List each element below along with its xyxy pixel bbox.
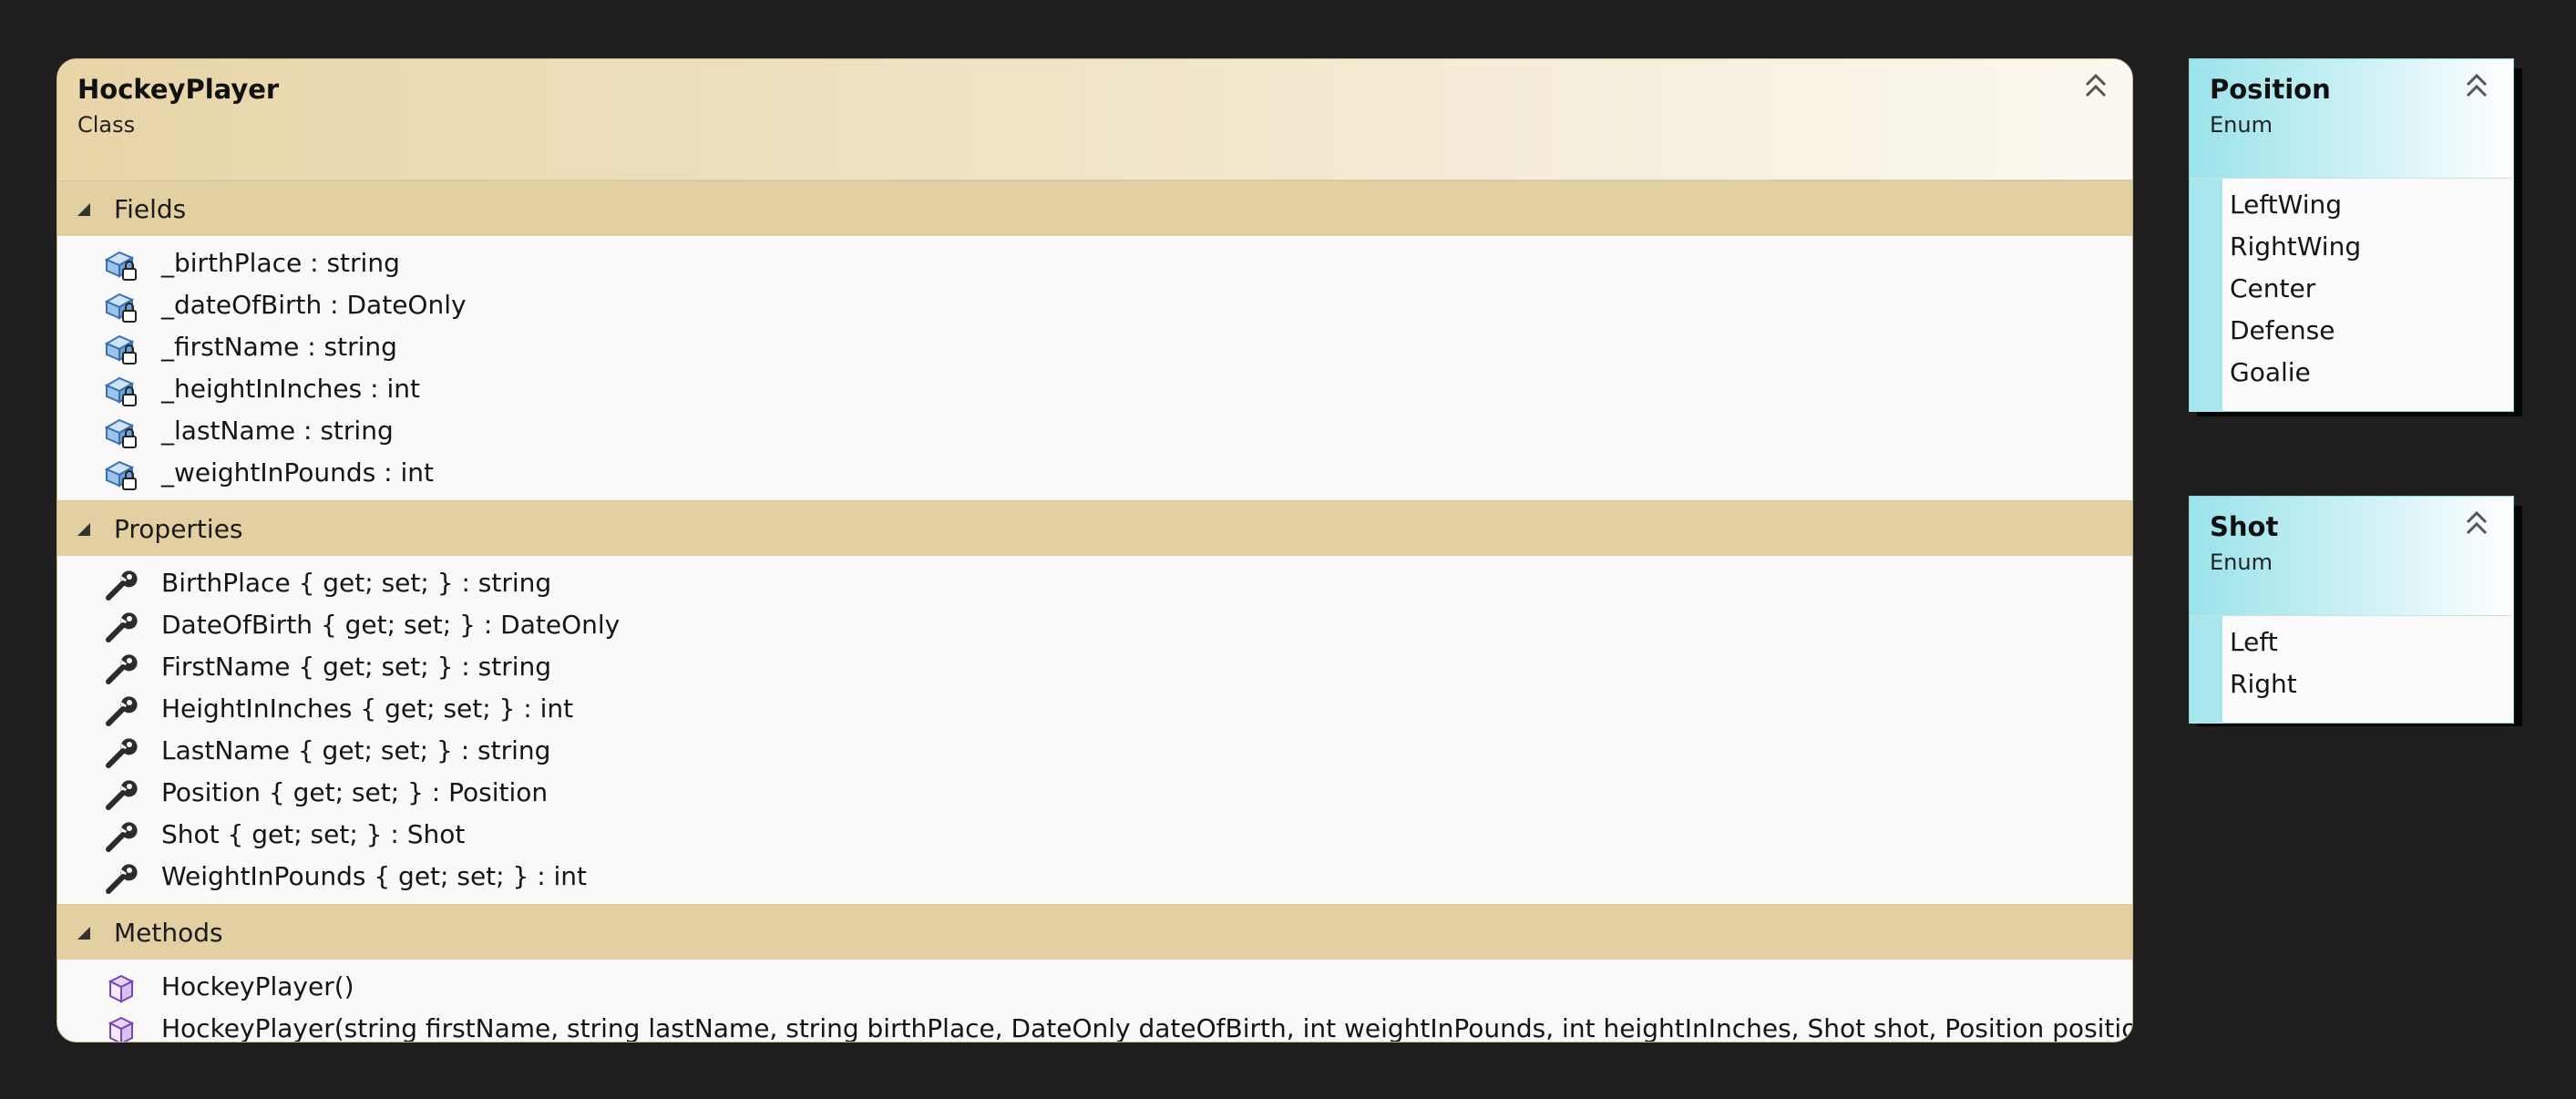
property-item-label: DateOfBirth { get; set; } : DateOnly — [161, 610, 621, 640]
collapse-icon[interactable] — [2079, 68, 2112, 105]
private-field-icon — [103, 249, 139, 282]
enum-title: Shot — [2210, 511, 2279, 542]
field-item-label: _birthPlace : string — [161, 248, 400, 278]
compartment-label: Fields — [114, 194, 187, 224]
enum-header: Position Enum — [2190, 59, 2513, 179]
property-item-label: Shot { get; set; } : Shot — [161, 819, 466, 849]
wrench-property-icon — [103, 694, 139, 727]
class-kind: Class — [77, 112, 136, 138]
method-item[interactable]: HockeyPlayer() — [57, 967, 2132, 1009]
class-box-hockeyplayer[interactable]: HockeyPlayer Class Fields _birthPlace : … — [56, 58, 2133, 1043]
field-item[interactable]: _heightInInches : int — [57, 369, 2132, 411]
field-item-label: _lastName : string — [161, 416, 394, 446]
fields-list: _birthPlace : string _dateOfBirth : DateO… — [57, 243, 2132, 495]
collapse-icon[interactable] — [2460, 506, 2493, 542]
enum-value-label: RightWing — [2230, 231, 2362, 262]
wrench-property-icon — [103, 862, 139, 895]
enum-value[interactable]: Right — [2190, 663, 2513, 705]
enum-header: Shot Enum — [2190, 497, 2513, 616]
method-cube-icon — [103, 1014, 139, 1042]
methods-compartment-header[interactable]: Methods — [57, 904, 2132, 960]
collapse-icon[interactable] — [2460, 68, 2493, 105]
property-item-label: LastName { get; set; } : string — [161, 735, 551, 765]
property-item[interactable]: Position { get; set; } : Position — [57, 773, 2132, 815]
enum-value[interactable]: Left — [2190, 621, 2513, 663]
enum-value-label: Left — [2230, 627, 2278, 657]
expand-triangle-icon[interactable] — [76, 521, 92, 538]
property-item-label: WeightInPounds { get; set; } : int — [161, 861, 588, 891]
fields-compartment-header[interactable]: Fields — [57, 180, 2132, 236]
private-field-icon — [103, 333, 139, 365]
private-field-icon — [103, 375, 139, 407]
field-item[interactable]: _lastName : string — [57, 411, 2132, 453]
property-item[interactable]: Shot { get; set; } : Shot — [57, 815, 2132, 857]
field-item[interactable]: _firstName : string — [57, 327, 2132, 369]
property-item[interactable]: WeightInPounds { get; set; } : int — [57, 857, 2132, 899]
enum-value[interactable]: Defense — [2190, 310, 2513, 352]
property-item-label: Position { get; set; } : Position — [161, 777, 549, 807]
compartment-label: Properties — [114, 514, 243, 544]
enum-box-position[interactable]: Position Enum LeftWing RightWing Center Def… — [2189, 58, 2514, 412]
property-item[interactable]: HeightInInches { get; set; } : int — [57, 689, 2132, 731]
compartment-label: Methods — [114, 918, 223, 948]
enum-box-shot[interactable]: Shot Enum Left Right — [2189, 496, 2514, 724]
field-item-label: _firstName : string — [161, 332, 397, 362]
enum-value-label: Right — [2230, 669, 2297, 699]
field-item-label: _weightInPounds : int — [161, 457, 435, 488]
property-item[interactable]: FirstName { get; set; } : string — [57, 647, 2132, 689]
method-item-label: HockeyPlayer() — [161, 971, 354, 1001]
property-item[interactable]: LastName { get; set; } : string — [57, 731, 2132, 773]
enum-value-label: LeftWing — [2230, 190, 2343, 220]
method-cube-icon — [103, 972, 139, 1005]
properties-compartment-header[interactable]: Properties — [57, 500, 2132, 556]
field-item-label: _dateOfBirth : DateOnly — [161, 290, 467, 320]
enum-kind: Enum — [2210, 112, 2273, 138]
private-field-icon — [103, 416, 139, 449]
wrench-property-icon — [103, 652, 139, 685]
expand-triangle-icon[interactable] — [76, 201, 92, 218]
enum-value[interactable]: Center — [2190, 268, 2513, 310]
enum-body: Left Right — [2190, 616, 2513, 724]
enum-value-label: Center — [2230, 273, 2316, 303]
enum-value[interactable]: Goalie — [2190, 352, 2513, 394]
wrench-property-icon — [103, 611, 139, 643]
enum-title: Position — [2210, 74, 2331, 105]
methods-list: HockeyPlayer() HockeyPlayer(string firstN… — [57, 967, 2133, 1043]
enum-value[interactable]: LeftWing — [2190, 184, 2513, 226]
property-item-label: HeightInInches { get; set; } : int — [161, 693, 574, 724]
wrench-property-icon — [103, 778, 139, 811]
enum-value[interactable]: RightWing — [2190, 226, 2513, 268]
property-item[interactable]: BirthPlace { get; set; } : string — [57, 563, 2132, 605]
properties-list: BirthPlace { get; set; } : string DateOfB… — [57, 563, 2132, 899]
field-item-label: _heightInInches : int — [161, 374, 420, 404]
class-header: HockeyPlayer Class — [57, 59, 2132, 180]
method-item-label: HockeyPlayer(string firstName, string la… — [161, 1013, 2133, 1043]
class-title: HockeyPlayer — [77, 74, 280, 105]
private-field-icon — [103, 458, 139, 491]
field-item[interactable]: _dateOfBirth : DateOnly — [57, 285, 2132, 327]
enum-body: LeftWing RightWing Center Defense Goalie — [2190, 179, 2513, 412]
wrench-property-icon — [103, 736, 139, 769]
expand-triangle-icon[interactable] — [76, 925, 92, 941]
property-item-label: BirthPlace { get; set; } : string — [161, 568, 552, 598]
enum-value-label: Defense — [2230, 315, 2335, 345]
field-item[interactable]: _weightInPounds : int — [57, 453, 2132, 495]
enum-value-label: Goalie — [2230, 357, 2311, 387]
method-item[interactable]: HockeyPlayer(string firstName, string la… — [57, 1009, 2133, 1043]
property-item-label: FirstName { get; set; } : string — [161, 652, 552, 682]
property-item[interactable]: DateOfBirth { get; set; } : DateOnly — [57, 605, 2132, 647]
enum-kind: Enum — [2210, 550, 2273, 575]
wrench-property-icon — [103, 820, 139, 853]
wrench-property-icon — [103, 569, 139, 601]
private-field-icon — [103, 291, 139, 324]
field-item[interactable]: _birthPlace : string — [57, 243, 2132, 285]
